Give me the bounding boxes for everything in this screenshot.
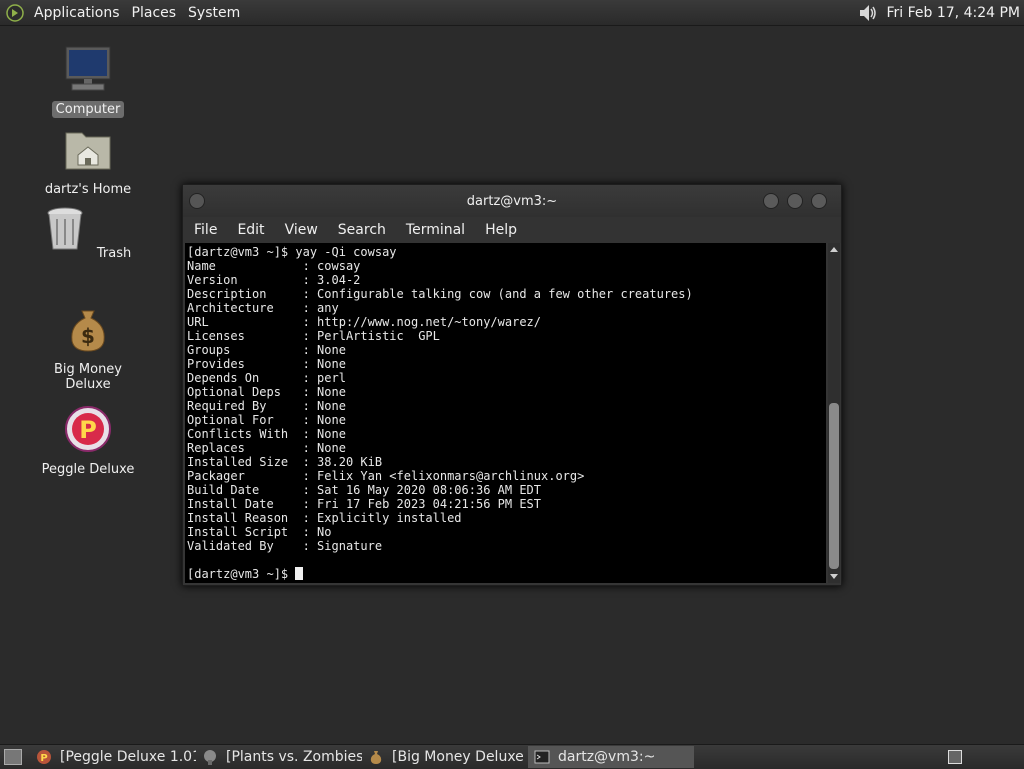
taskbar-item-big-money[interactable]: [Big Money Deluxe 1... [362,746,528,768]
window-menu-button[interactable] [189,193,205,209]
desktop-icon-big-money[interactable]: $ Big Money Deluxe [28,305,148,393]
home-folder-icon [65,132,111,170]
output-line: Description : Configurable talking cow (… [187,287,693,301]
svg-text:P: P [79,416,97,444]
desktop-icon-label: Computer [51,101,125,118]
volume-icon[interactable] [857,2,879,24]
output-line: Provides : None [187,357,346,371]
task-label: [Plants vs. Zombies] [226,749,362,765]
maximize-button[interactable] [787,193,803,209]
close-button[interactable] [811,193,827,209]
output-line: Validated By : Signature [187,539,383,553]
desktop-icon-peggle[interactable]: P Peggle Deluxe [28,405,148,478]
output-line: Optional Deps : None [187,385,346,399]
terminal-icon [534,750,550,764]
terminal-cursor [295,567,304,580]
show-desktop-button[interactable] [4,749,22,765]
terminal-screen[interactable]: [dartz@vm3 ~]$ yay -Qi cowsay Name : cow… [185,243,826,583]
desktop-icon-label: Big Money Deluxe [53,362,122,392]
system-menu[interactable]: System [184,5,248,21]
window-titlebar[interactable]: dartz@vm3:~ [183,185,841,217]
desktop-icon-trash[interactable]: Trash [28,205,148,262]
desktop-icon-label: dartz's Home [44,182,132,197]
output-line: Architecture : any [187,301,339,315]
clock[interactable]: Fri Feb 17, 4:24 PM [887,5,1021,21]
output-line: Install Reason : Explicitly installed [187,511,462,525]
output-line: Install Script : No [187,525,332,539]
scrollbar-thumb[interactable] [829,403,839,569]
desktop-icon-computer[interactable]: Computer [28,45,148,118]
menu-view[interactable]: View [274,222,327,238]
computer-icon [65,46,111,91]
taskbar-item-plants-zombies[interactable]: [Plants vs. Zombies] [196,746,362,768]
menu-file[interactable]: File [183,222,226,238]
scroll-down-icon[interactable] [830,574,838,579]
task-label: dartz@vm3:~ [558,749,656,765]
terminal-output: [dartz@vm3 ~]$ yay -Qi cowsay Name : cow… [185,243,826,581]
output-line: Name : cowsay [187,259,361,273]
output-line: Required By : None [187,399,346,413]
output-line: Optional For : None [187,413,346,427]
taskbar-item-peggle[interactable]: P [Peggle Deluxe 1.01] [30,746,196,768]
money-bag-icon [370,751,382,764]
menu-terminal[interactable]: Terminal [395,222,474,238]
window-title: dartz@vm3:~ [466,193,558,209]
svg-text:$: $ [81,324,95,348]
menu-search[interactable]: Search [327,222,395,238]
output-line: Groups : None [187,343,346,357]
output-line: Build Date : Sat 16 May 2020 08:06:36 AM… [187,483,542,497]
desktop-icon-label: Peggle Deluxe [41,462,135,477]
peggle-icon: P [37,750,51,764]
workspace-switcher[interactable] [948,750,962,764]
menu-edit[interactable]: Edit [226,222,273,238]
output-line: [dartz@vm3 ~]$ yay -Qi cowsay [187,245,397,259]
output-line: Conflicts With : None [187,427,346,441]
money-bag-icon: $ [71,310,105,352]
output-line: Installed Size : 38.20 KiB [187,455,383,469]
desktop-icon-home[interactable]: dartz's Home [28,125,148,198]
task-label: [Big Money Deluxe 1... [392,749,528,765]
scroll-up-icon[interactable] [830,247,838,252]
trash-icon [47,207,83,250]
output-line: Install Date : Fri 17 Feb 2023 04:21:56 … [187,497,542,511]
prompt: [dartz@vm3 ~]$ [187,567,296,581]
output-line: Depends On : perl [187,371,346,385]
output-line: URL : http://www.nog.net/~tony/warez/ [187,315,542,329]
desktop-icon-label: Trash [96,246,132,261]
peggle-icon: P [65,406,111,452]
svg-text:P: P [40,753,47,764]
output-line: Packager : Felix Yan <felixonmars@archli… [187,469,585,483]
taskbar-item-terminal[interactable]: dartz@vm3:~ [528,746,694,768]
output-line: Version : 3.04-2 [187,273,361,287]
plants-zombies-icon [204,750,216,765]
terminal-window[interactable]: dartz@vm3:~ File Edit View Search Termin… [182,184,842,586]
applications-menu[interactable]: Applications [30,5,128,21]
menu-help[interactable]: Help [474,222,526,238]
top-panel: Applications Places System Fri Feb 17, 4… [0,0,1024,26]
task-label: [Peggle Deluxe 1.01] [60,749,196,765]
distro-logo-icon[interactable] [6,3,24,22]
bottom-panel: P [Peggle Deluxe 1.01] [Plants vs. Zombi… [0,744,1024,769]
places-menu[interactable]: Places [128,5,185,21]
terminal-scrollbar[interactable] [828,243,840,583]
terminal-menubar: File Edit View Search Terminal Help [183,217,841,243]
minimize-button[interactable] [763,193,779,209]
output-line: Licenses : PerlArtistic GPL [187,329,440,343]
output-line: Replaces : None [187,441,346,455]
